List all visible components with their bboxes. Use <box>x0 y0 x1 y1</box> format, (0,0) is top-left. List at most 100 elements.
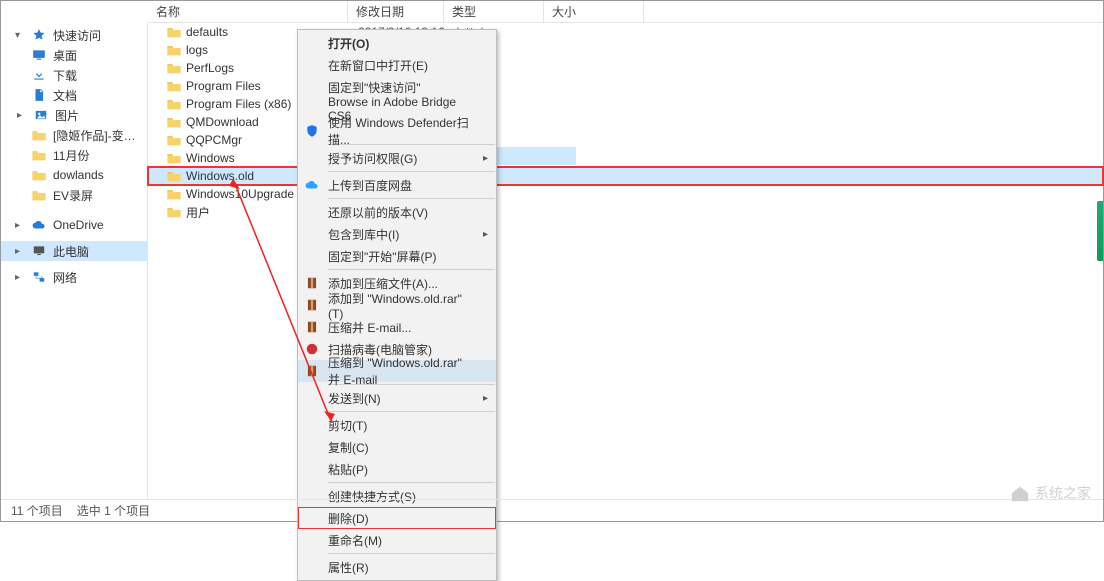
archive-icon <box>304 319 320 335</box>
folder-icon <box>31 167 47 183</box>
menu-label: 发送到(N) <box>328 390 381 407</box>
menu-open-new-window[interactable]: 在新窗口中打开(E) <box>298 54 496 76</box>
nav-label: 下载 <box>53 67 77 84</box>
menu-label: 压缩并 E-mail... <box>328 319 411 336</box>
nav-label: 文档 <box>53 87 77 104</box>
menu-label: 使用 Windows Defender扫描... <box>328 114 472 148</box>
menu-rar-email[interactable]: 压缩并 E-mail... <box>298 316 496 338</box>
archive-icon <box>304 363 320 379</box>
side-tab[interactable] <box>1097 201 1103 261</box>
folder-icon <box>166 205 182 219</box>
menu-open[interactable]: 打开(O) <box>298 32 496 54</box>
file-row[interactable]: QMDownload <box>148 113 1103 131</box>
column-date[interactable]: 修改日期 <box>348 1 444 22</box>
menu-properties[interactable]: 属性(R) <box>298 556 496 578</box>
chevron-right-icon: ▸ <box>15 246 25 257</box>
nav-label: dowlands <box>53 168 104 182</box>
file-name: Windows10Upgrade <box>186 187 294 201</box>
file-list[interactable]: 2017/9/10 13:16 文件夹 defaultslogsPerfLogs… <box>148 23 1103 499</box>
menu-label: 复制(C) <box>328 439 369 456</box>
folder-icon <box>166 133 182 147</box>
nav-label: EV录屏 <box>53 187 93 204</box>
menu-label: 包含到库中(I) <box>328 226 399 243</box>
nav-downloads[interactable]: 下载 <box>1 65 147 85</box>
folder-icon <box>166 169 182 183</box>
menu-pin-start[interactable]: 固定到"开始"屏幕(P) <box>298 245 496 267</box>
archive-icon <box>304 297 320 313</box>
column-type[interactable]: 类型 <box>444 1 544 22</box>
menu-cut[interactable]: 剪切(T) <box>298 414 496 436</box>
folder-icon <box>31 187 47 203</box>
menu-grant-access[interactable]: 授予访问权限(G)▸ <box>298 147 496 169</box>
chevron-right-icon: ▸ <box>15 220 25 231</box>
nav-folder-1[interactable]: [隐姬作品]-变态者电 <box>1 125 147 145</box>
menu-label: 上传到百度网盘 <box>328 177 412 194</box>
menu-paste[interactable]: 粘贴(P) <box>298 458 496 480</box>
nav-quick-access[interactable]: ▾ 快速访问 <box>1 25 147 45</box>
nav-network[interactable]: ▸ 网络 <box>1 267 147 287</box>
nav-desktop[interactable]: 桌面 <box>1 45 147 65</box>
file-name: Program Files (x86) <box>186 97 291 111</box>
nav-label: 11月份 <box>53 147 89 164</box>
nav-folder-2[interactable]: 11月份 <box>1 145 147 165</box>
column-name[interactable]: 名称 <box>148 1 348 22</box>
menu-copy[interactable]: 复制(C) <box>298 436 496 458</box>
folder-icon <box>31 147 47 163</box>
file-name: Windows.old <box>186 169 254 183</box>
desktop-icon <box>31 47 47 63</box>
pc-icon <box>31 243 47 259</box>
nav-onedrive[interactable]: ▸ OneDrive <box>1 215 147 235</box>
menu-include-library[interactable]: 包含到库中(I)▸ <box>298 223 496 245</box>
menu-rar-addto[interactable]: 添加到 "Windows.old.rar"(T) <box>298 294 496 316</box>
file-row[interactable]: Windows.old <box>148 167 1103 185</box>
download-icon <box>31 67 47 83</box>
menu-restore-previous[interactable]: 还原以前的版本(V) <box>298 201 496 223</box>
file-name: PerfLogs <box>186 61 234 75</box>
file-row[interactable]: PerfLogs <box>148 59 1103 77</box>
nav-label: [隐姬作品]-变态者电 <box>53 127 147 144</box>
menu-separator <box>328 411 495 412</box>
file-row[interactable]: logs <box>148 41 1103 59</box>
folder-icon <box>166 187 182 201</box>
menu-label: 还原以前的版本(V) <box>328 204 428 221</box>
nav-folder-3[interactable]: dowlands <box>1 165 147 185</box>
nav-pictures[interactable]: ▸ 图片 <box>1 105 147 125</box>
file-row[interactable]: Program Files (x86) <box>148 95 1103 113</box>
file-name: logs <box>186 43 208 57</box>
document-icon <box>31 87 47 103</box>
nav-documents[interactable]: 文档 <box>1 85 147 105</box>
nav-label: 快速访问 <box>53 27 101 44</box>
folder-icon <box>166 97 182 111</box>
file-name: QQPCMgr <box>186 133 242 147</box>
file-row[interactable]: Windows <box>148 149 1103 167</box>
menu-rar-addto-email[interactable]: 压缩到 "Windows.old.rar" 并 E-mail <box>298 360 496 382</box>
file-row[interactable]: 用户 <box>148 203 1103 221</box>
pictures-icon <box>33 107 49 123</box>
status-bar: 11 个项目 选中 1 个项目 <box>1 499 1103 521</box>
folder-icon <box>166 61 182 75</box>
menu-label: 剪切(T) <box>328 417 367 434</box>
chevron-right-icon: ▸ <box>15 272 25 283</box>
watermark: 系统之家 <box>1009 483 1091 503</box>
file-name: defaults <box>186 25 228 39</box>
file-row[interactable]: Program Files <box>148 77 1103 95</box>
file-row[interactable]: Windows10Upgrade <box>148 185 1103 203</box>
folder-icon <box>166 79 182 93</box>
columns-header: 名称 修改日期 类型 大小 <box>148 1 1103 23</box>
file-row[interactable]: defaults <box>148 23 1103 41</box>
nav-folder-4[interactable]: EV录屏 <box>1 185 147 205</box>
nav-this-pc[interactable]: ▸ 此电脑 <box>1 241 147 261</box>
menu-send-to[interactable]: 发送到(N)▸ <box>298 387 496 409</box>
menu-windows-defender[interactable]: 使用 Windows Defender扫描... <box>298 120 496 142</box>
menu-label: 固定到"开始"屏幕(P) <box>328 248 437 265</box>
star-icon <box>31 27 47 43</box>
navigation-pane: ▾ 快速访问 桌面 下载 文档 ▸ 图片 [隐姬作品]-变态者电 11月份 do… <box>1 23 148 499</box>
menu-label: 重命名(M) <box>328 532 382 549</box>
nav-label: OneDrive <box>53 218 104 232</box>
cloud-upload-icon <box>304 177 320 193</box>
file-row[interactable]: QQPCMgr <box>148 131 1103 149</box>
menu-rename[interactable]: 重命名(M) <box>298 529 496 551</box>
file-name: Windows <box>186 151 235 165</box>
menu-baidu-upload[interactable]: 上传到百度网盘 <box>298 174 496 196</box>
column-size[interactable]: 大小 <box>544 1 644 22</box>
